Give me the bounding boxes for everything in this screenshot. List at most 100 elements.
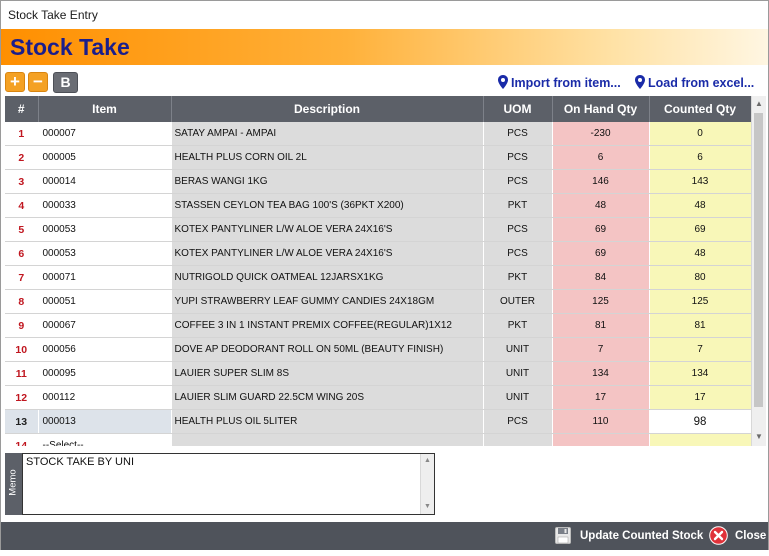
item-code-cell[interactable]: 000071 [38, 265, 172, 290]
on-hand-qty-cell[interactable]: 17 [552, 385, 650, 410]
uom-cell[interactable]: PCS [483, 145, 553, 170]
on-hand-qty-cell[interactable]: 125 [552, 289, 650, 314]
table-row[interactable]: 5 000053 KOTEX PANTYLINER L/W ALOE VERA 24… [5, 217, 752, 242]
row-number-cell[interactable]: 14 [5, 433, 39, 446]
table-row[interactable]: 11 000095 LAUIER SUPER SLIM 8S UNIT 134 134 [5, 361, 752, 386]
description-cell[interactable]: COFFEE 3 IN 1 INSTANT PREMIX COFFEE(REGU… [171, 313, 484, 338]
uom-cell[interactable] [483, 433, 553, 446]
on-hand-qty-cell[interactable]: 81 [552, 313, 650, 338]
remove-row-button[interactable]: − [28, 72, 48, 92]
import-from-item-link[interactable]: Import from item... [498, 75, 621, 92]
column-header-uom[interactable]: UOM [483, 96, 553, 122]
row-number-cell[interactable]: 13 [5, 409, 39, 434]
uom-cell[interactable]: OUTER [483, 289, 553, 314]
uom-cell[interactable]: PCS [483, 241, 553, 266]
counted-qty-cell[interactable]: 0 [649, 122, 752, 146]
counted-qty-cell[interactable]: 48 [649, 193, 752, 218]
table-row[interactable]: 6 000053 KOTEX PANTYLINER L/W ALOE VERA 24… [5, 241, 752, 266]
uom-cell[interactable]: PCS [483, 122, 553, 146]
description-cell[interactable]: YUPI STRAWBERRY LEAF GUMMY CANDIES 24X18… [171, 289, 484, 314]
description-cell[interactable]: NUTRIGOLD QUICK OATMEAL 12JARSX1KG [171, 265, 484, 290]
bold-button[interactable]: B [53, 72, 78, 93]
add-row-button[interactable]: + [5, 72, 25, 92]
row-number-cell[interactable]: 12 [5, 385, 39, 410]
table-row[interactable]: 2 000005 HEALTH PLUS CORN OIL 2L PCS 6 6 [5, 145, 752, 170]
scrollbar-thumb[interactable] [754, 113, 763, 407]
uom-cell[interactable]: PCS [483, 409, 553, 434]
on-hand-qty-cell[interactable]: 84 [552, 265, 650, 290]
close-button[interactable]: Close [709, 522, 766, 550]
column-header-description[interactable]: Description [171, 96, 484, 122]
uom-cell[interactable]: UNIT [483, 337, 553, 362]
description-cell[interactable]: LAUIER SLIM GUARD 22.5CM WING 20S [171, 385, 484, 410]
column-header-counted-qty[interactable]: Counted Qty [649, 96, 752, 122]
counted-qty-cell[interactable]: 48 [649, 241, 752, 266]
memo-scroll-up-icon[interactable]: ▲ [424, 457, 431, 464]
row-number-cell[interactable]: 10 [5, 337, 39, 362]
column-header-number[interactable]: # [5, 96, 39, 122]
item-code-cell[interactable]: 000067 [38, 313, 172, 338]
item-code-cell[interactable]: 000007 [38, 122, 172, 146]
row-number-cell[interactable]: 2 [5, 145, 39, 170]
table-row[interactable]: 7 000071 NUTRIGOLD QUICK OATMEAL 12JARSX1K… [5, 265, 752, 290]
description-cell[interactable] [171, 433, 484, 446]
memo-textarea[interactable]: STOCK TAKE BY UNI ▲ ▼ [22, 453, 435, 515]
counted-qty-cell[interactable]: 143 [649, 169, 752, 194]
memo-scroll-down-icon[interactable]: ▼ [424, 503, 431, 510]
table-row[interactable]: 13 000013 HEALTH PLUS OIL 5LITER PCS 110 98 [5, 409, 752, 434]
uom-cell[interactable]: PCS [483, 217, 553, 242]
counted-qty-cell[interactable] [649, 433, 752, 446]
row-number-cell[interactable]: 6 [5, 241, 39, 266]
counted-qty-cell[interactable]: 7 [649, 337, 752, 362]
row-number-cell[interactable]: 8 [5, 289, 39, 314]
table-row[interactable]: 8 000051 YUPI STRAWBERRY LEAF GUMMY CANDIE… [5, 289, 752, 314]
on-hand-qty-cell[interactable]: 7 [552, 337, 650, 362]
description-cell[interactable]: LAUIER SUPER SLIM 8S [171, 361, 484, 386]
update-counted-stock-button[interactable]: Update Counted Stock [555, 522, 703, 550]
on-hand-qty-cell[interactable]: 6 [552, 145, 650, 170]
grid-vertical-scrollbar[interactable]: ▲ ▼ [751, 96, 766, 446]
on-hand-qty-cell[interactable]: -230 [552, 122, 650, 146]
item-code-cell[interactable]: 000013 [38, 409, 172, 434]
scroll-down-arrow-icon[interactable]: ▼ [755, 432, 763, 441]
description-cell[interactable]: BERAS WANGI 1KG [171, 169, 484, 194]
item-code-cell[interactable]: 000056 [38, 337, 172, 362]
row-number-cell[interactable]: 3 [5, 169, 39, 194]
table-row[interactable]: 4 000033 STASSEN CEYLON TEA BAG 100'S (36P… [5, 193, 752, 218]
counted-qty-cell[interactable]: 81 [649, 313, 752, 338]
item-code-cell[interactable]: 000014 [38, 169, 172, 194]
column-header-on-hand-qty[interactable]: On Hand Qty [552, 96, 650, 122]
on-hand-qty-cell[interactable]: 146 [552, 169, 650, 194]
row-number-cell[interactable]: 9 [5, 313, 39, 338]
uom-cell[interactable]: PKT [483, 193, 553, 218]
description-cell[interactable]: KOTEX PANTYLINER L/W ALOE VERA 24X16'S [171, 241, 484, 266]
description-cell[interactable]: SATAY AMPAI - AMPAI [171, 122, 484, 146]
item-code-cell[interactable]: 000053 [38, 217, 172, 242]
description-cell[interactable]: HEALTH PLUS OIL 5LITER [171, 409, 484, 434]
description-cell[interactable]: KOTEX PANTYLINER L/W ALOE VERA 24X16'S [171, 217, 484, 242]
uom-cell[interactable]: PCS [483, 169, 553, 194]
table-row[interactable]: 1 000007 SATAY AMPAI - AMPAI PCS -230 0 [5, 122, 752, 146]
counted-qty-cell[interactable]: 134 [649, 361, 752, 386]
on-hand-qty-cell[interactable]: 110 [552, 409, 650, 434]
item-code-cell[interactable]: 000053 [38, 241, 172, 266]
counted-qty-cell[interactable]: 80 [649, 265, 752, 290]
uom-cell[interactable]: UNIT [483, 385, 553, 410]
memo-scrollbar[interactable]: ▲ ▼ [420, 454, 434, 514]
description-cell[interactable]: HEALTH PLUS CORN OIL 2L [171, 145, 484, 170]
table-row[interactable]: 9 000067 COFFEE 3 IN 1 INSTANT PREMIX COFF… [5, 313, 752, 338]
row-number-cell[interactable]: 5 [5, 217, 39, 242]
uom-cell[interactable]: UNIT [483, 361, 553, 386]
item-code-cell[interactable]: 000005 [38, 145, 172, 170]
description-cell[interactable]: DOVE AP DEODORANT ROLL ON 50ML (BEAUTY F… [171, 337, 484, 362]
on-hand-qty-cell[interactable]: 69 [552, 217, 650, 242]
table-row[interactable]: 14 --Select-- [5, 433, 752, 446]
counted-qty-cell[interactable]: 69 [649, 217, 752, 242]
uom-cell[interactable]: PKT [483, 313, 553, 338]
counted-qty-cell[interactable]: 17 [649, 385, 752, 410]
row-number-cell[interactable]: 4 [5, 193, 39, 218]
on-hand-qty-cell[interactable]: 69 [552, 241, 650, 266]
counted-qty-cell[interactable]: 6 [649, 145, 752, 170]
item-code-cell[interactable]: 000095 [38, 361, 172, 386]
counted-qty-cell[interactable]: 98 [649, 409, 752, 434]
